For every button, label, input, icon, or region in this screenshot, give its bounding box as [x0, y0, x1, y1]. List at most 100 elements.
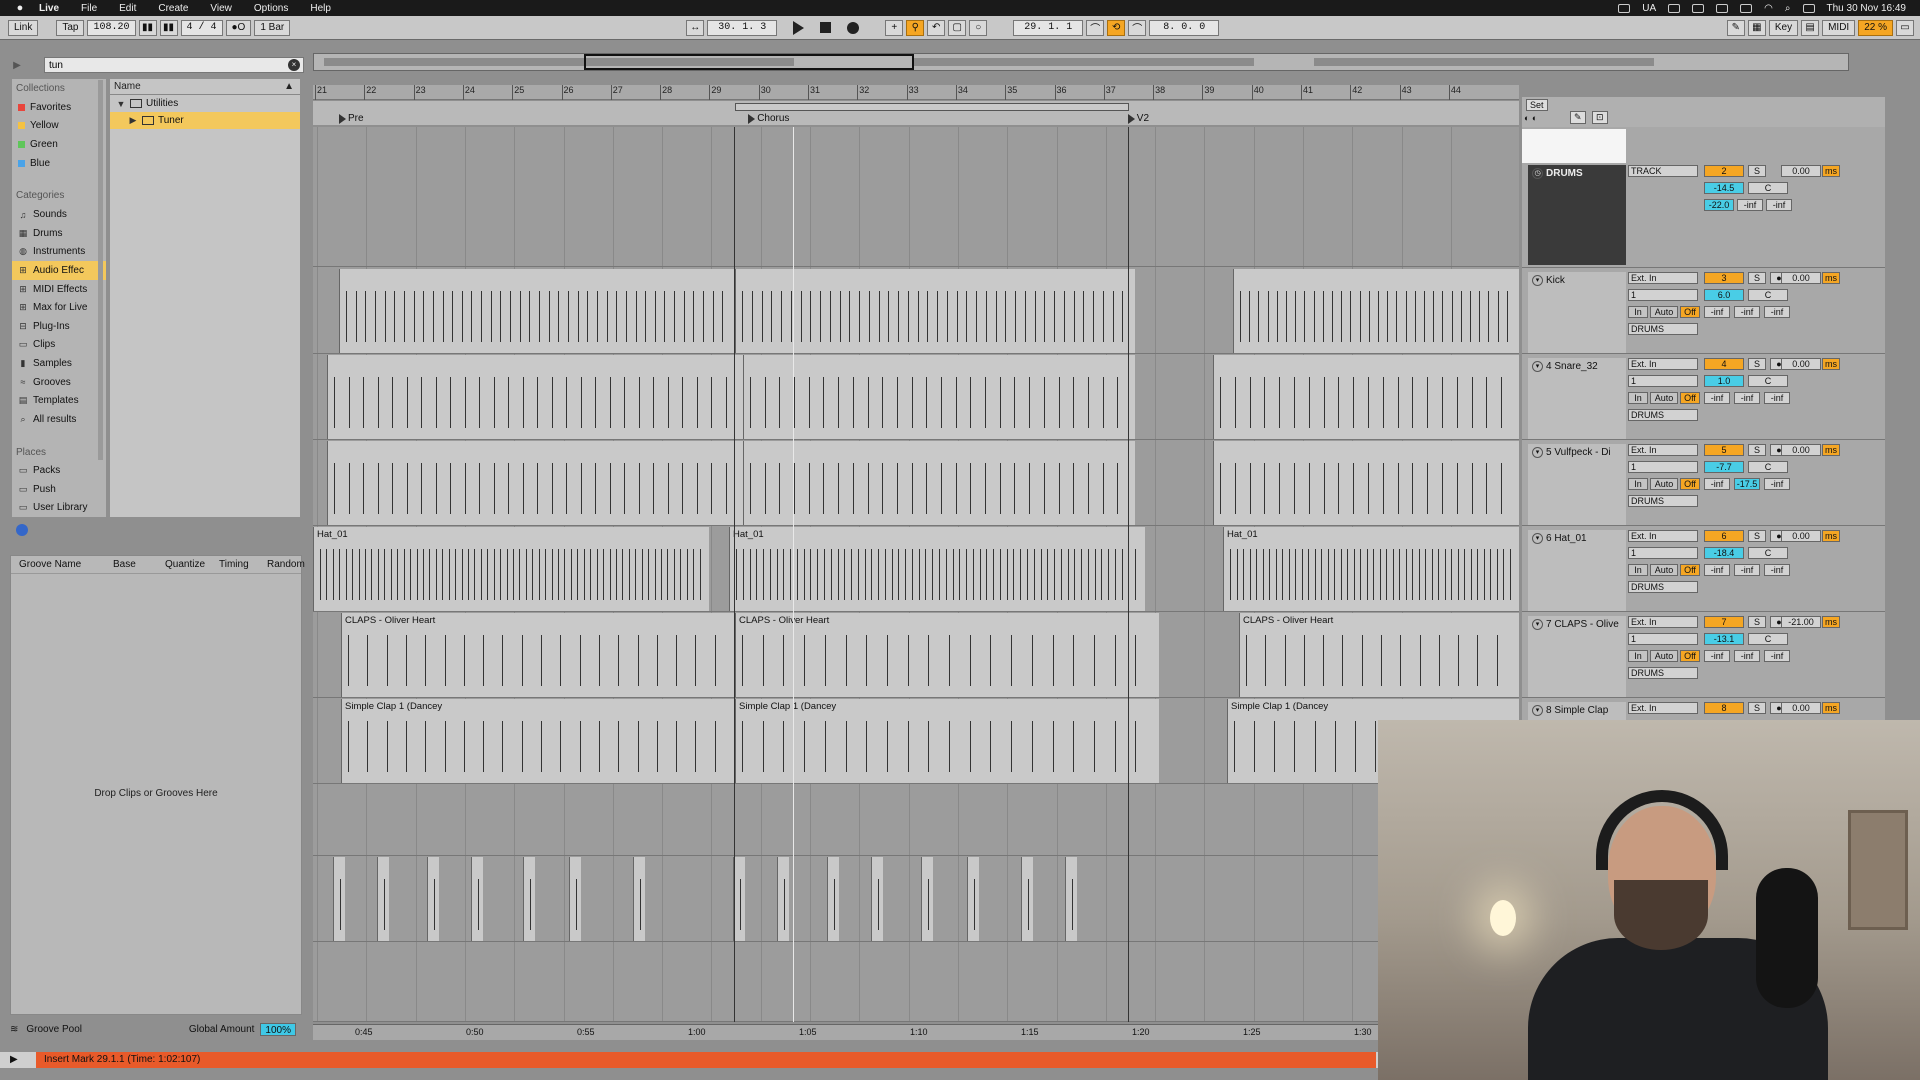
collapsed-icon[interactable]: ▶ — [128, 115, 138, 126]
apple-icon[interactable]: ● — [12, 2, 28, 14]
track-lane[interactable] — [313, 856, 1519, 942]
pan-field[interactable]: C — [1748, 461, 1788, 473]
pan-field[interactable]: C — [1748, 633, 1788, 645]
io-indicator-icon[interactable]: ▭ — [1896, 19, 1914, 36]
output-menu[interactable]: DRUMS — [1628, 667, 1698, 679]
audio-clip[interactable] — [871, 857, 883, 941]
punch-out-icon[interactable]: ⌒ — [1128, 19, 1147, 36]
monitor-in-button[interactable]: In — [1628, 306, 1648, 318]
stop-icon[interactable] — [820, 22, 832, 33]
audio-clip[interactable] — [1213, 355, 1519, 439]
send-b[interactable]: -inf — [1766, 199, 1792, 211]
track-number[interactable]: 7 — [1704, 616, 1744, 628]
app-tray-icon[interactable] — [1668, 3, 1681, 13]
monitor-off-button[interactable]: Off — [1680, 392, 1700, 404]
volume-field[interactable]: -13.1 — [1704, 633, 1744, 645]
audio-clip[interactable]: Hat_01 — [1223, 527, 1519, 611]
audio-clip[interactable] — [1065, 857, 1077, 941]
cpu-meter[interactable]: 22 % — [1858, 19, 1893, 36]
status-play-icon[interactable]: ▶ — [10, 1054, 18, 1065]
collection-green[interactable]: Green — [12, 135, 106, 154]
input-type-menu[interactable]: TRACK — [1628, 165, 1698, 177]
set-button[interactable]: Set — [1526, 99, 1548, 111]
volume-field[interactable]: -7.7 — [1704, 461, 1744, 473]
category-item[interactable]: ⌕ All results — [12, 410, 106, 429]
track-name[interactable]: ▾ Kick — [1528, 272, 1626, 353]
time-ruler[interactable]: 0:45 0:50 0:55 1:00 1:05 1:10 1:15 1:20 1:25 1:30 — [313, 1024, 1519, 1040]
input-type-menu[interactable]: Ext. In — [1628, 702, 1698, 714]
lock-icon[interactable]: ⊡ — [1592, 111, 1608, 124]
time-signature-field[interactable]: 4 / 4 — [180, 19, 223, 36]
place-item[interactable]: ▭ Push — [12, 480, 106, 499]
fold-icon[interactable]: ▾ — [1532, 447, 1543, 458]
track-number[interactable]: 3 — [1704, 272, 1744, 284]
volume-field[interactable]: -18.4 — [1704, 547, 1744, 559]
volume-field[interactable]: -14.5 — [1704, 182, 1744, 194]
track-number[interactable]: 4 — [1704, 358, 1744, 370]
solo-button[interactable]: S — [1748, 272, 1766, 284]
solo-button[interactable]: S — [1748, 530, 1766, 542]
category-item[interactable]: ≈ Grooves — [12, 373, 106, 392]
menu-live[interactable]: Live — [28, 3, 70, 14]
track-number[interactable]: 2 — [1704, 165, 1744, 177]
pan-field[interactable]: C — [1748, 375, 1788, 387]
draw-mode-icon[interactable]: ✎ — [1726, 19, 1745, 36]
category-item[interactable]: ◍ Instruments — [12, 243, 106, 262]
audio-clip[interactable] — [735, 269, 1135, 353]
track-name[interactable]: ▾ 6 Hat_01 — [1528, 530, 1626, 611]
monitor-off-button[interactable]: Off — [1680, 650, 1700, 662]
menu-create[interactable]: Create — [147, 3, 199, 14]
menu-help[interactable]: Help — [299, 3, 342, 14]
monitor-in-button[interactable]: In — [1628, 392, 1648, 404]
monitor-in-button[interactable]: In — [1628, 478, 1648, 490]
locator-marker-icon[interactable] — [748, 113, 756, 124]
track-name[interactable]: ▾ 4 Snare_32 — [1528, 358, 1626, 439]
send-a[interactable]: -inf — [1704, 392, 1730, 404]
expanded-icon[interactable]: ▼ — [116, 99, 126, 109]
locator-chorus[interactable]: Chorus — [748, 113, 789, 124]
input-channel-menu[interactable]: 1 — [1628, 547, 1698, 559]
fold-icon[interactable]: ▾ — [1532, 705, 1543, 716]
back-to-arrangement-icon[interactable]: ↶ — [927, 19, 946, 36]
volume-field[interactable]: 6.0 — [1704, 289, 1744, 301]
monitor-auto-button[interactable]: Auto — [1650, 306, 1678, 318]
menu-view[interactable]: View — [199, 3, 243, 14]
audio-clip[interactable] — [471, 857, 483, 941]
monitor-off-button[interactable]: Off — [1680, 478, 1700, 490]
quantize-menu[interactable]: 1 Bar — [254, 19, 291, 36]
audio-clip[interactable]: CLAPS - Oliver Heart — [1239, 613, 1519, 697]
input-type-menu[interactable]: Ext. In — [1628, 358, 1698, 370]
audio-clip[interactable] — [377, 857, 389, 941]
overdub-icon[interactable]: + — [885, 19, 904, 36]
audio-clip[interactable] — [743, 355, 1135, 439]
solo-button[interactable]: S — [1748, 616, 1766, 628]
audio-clip[interactable] — [427, 857, 439, 941]
fold-icon[interactable]: ▾ — [1532, 619, 1543, 630]
send-a[interactable]: -inf — [1704, 306, 1730, 318]
locator-marker-icon[interactable] — [1127, 113, 1135, 124]
datetime[interactable]: Thu 30 Nov 16:49 — [1827, 3, 1907, 14]
monitor-auto-button[interactable]: Auto — [1650, 392, 1678, 404]
nudge-up-icon[interactable]: ▮▮ — [159, 19, 178, 36]
global-amount-value[interactable]: 100% — [260, 1022, 296, 1036]
input-source[interactable]: UA — [1642, 3, 1656, 14]
track-delay-field[interactable]: 0.00 — [1781, 165, 1821, 177]
capture-icon[interactable]: ▢ — [948, 19, 967, 36]
punch-in-icon[interactable]: ⌒ — [1086, 19, 1105, 36]
monitor-auto-button[interactable]: Auto — [1650, 650, 1678, 662]
tap-tempo-button[interactable]: Tap — [56, 19, 85, 36]
audio-clip[interactable]: Hat_01 — [313, 527, 709, 611]
audio-clip[interactable]: CLAPS - Oliver Heart — [735, 613, 1159, 697]
add-locator-icon[interactable]: ◐ ◐ — [1524, 113, 1537, 123]
audio-clip[interactable] — [333, 857, 345, 941]
solo-button[interactable]: S — [1748, 165, 1766, 177]
groove-column-random[interactable]: Random — [259, 559, 305, 570]
menu-options[interactable]: Options — [243, 3, 299, 14]
browser-toggle-icon[interactable]: ▶ — [8, 56, 26, 74]
monitor-in-button[interactable]: In — [1628, 564, 1648, 576]
groove-icon[interactable]: ≋ — [10, 1024, 18, 1035]
audio-clip[interactable] — [327, 441, 743, 525]
beat-time-ruler[interactable]: 21 22 23 24 25 26 27 28 29 30 31 32 33 34 35 36 37 38 39 40… — [313, 85, 1519, 100]
solo-button[interactable]: S — [1748, 358, 1766, 370]
audio-clip[interactable] — [827, 857, 839, 941]
